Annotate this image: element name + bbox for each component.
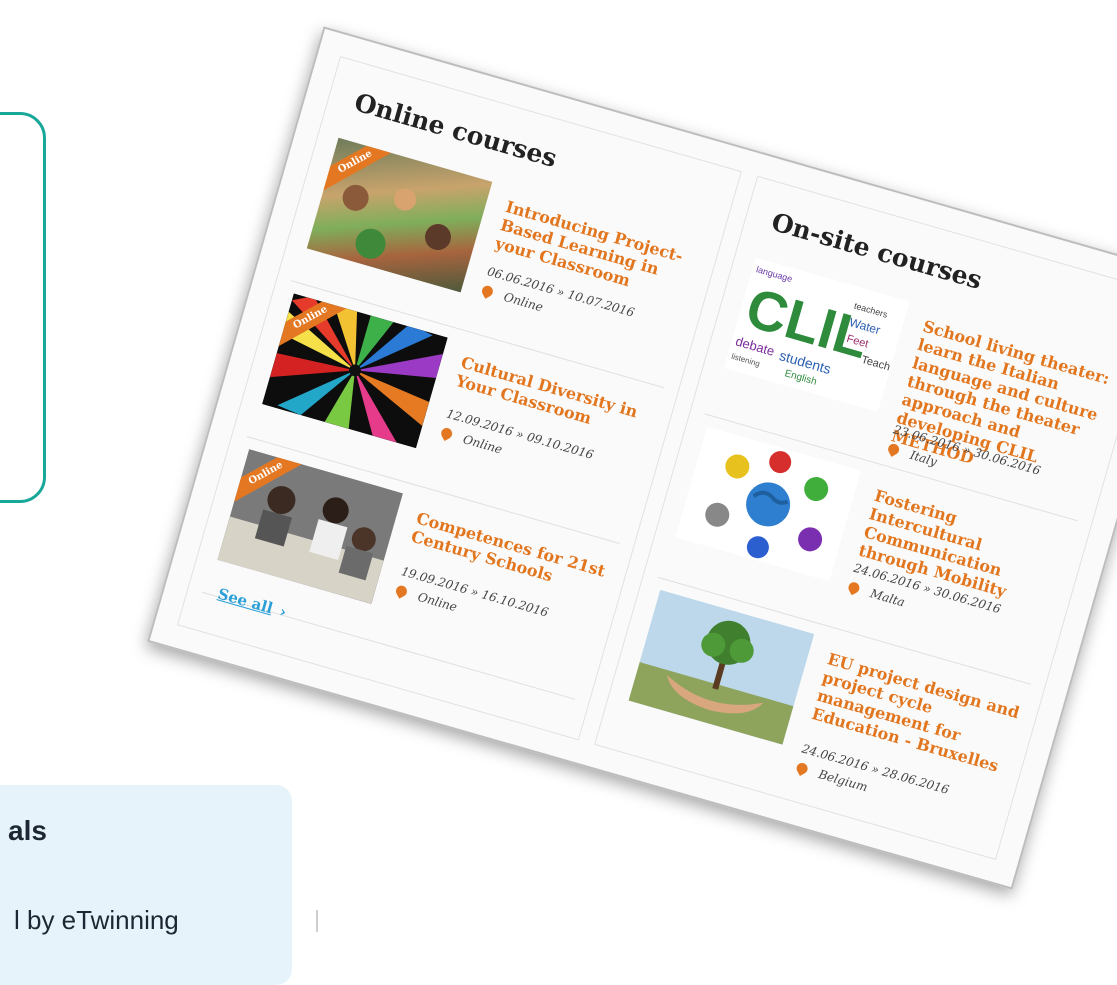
info-card-text: l by eTwinning: [14, 905, 179, 935]
tree-in-hands[interactable]: [628, 589, 815, 745]
info-card: als l by eTwinning: [0, 785, 292, 985]
handprints-globe[interactable]: [675, 426, 861, 582]
course-title[interactable]: School living theater: learn the Italian…: [889, 317, 1117, 500]
info-card-title: als: [8, 815, 47, 846]
location-pin-icon: [439, 426, 455, 442]
courses-screenshot: Online courses Online Introducing Projec…: [147, 26, 1117, 890]
wordcloud-art: CLIL language debate students Water teac…: [723, 257, 910, 413]
course-title[interactable]: Introducing Project-Based Learning in yo…: [493, 197, 701, 307]
location-pin-icon: [479, 283, 495, 299]
students-photo[interactable]: Online: [217, 449, 403, 604]
clil-wordcloud[interactable]: CLIL language debate students Water teac…: [723, 257, 910, 413]
classroom-photo[interactable]: Online: [306, 137, 493, 293]
divider: [316, 910, 318, 932]
colored-pencils-photo[interactable]: Online: [262, 293, 448, 449]
tree-art: [628, 589, 815, 745]
location-pin-icon: [794, 761, 810, 776]
pencils-art: [262, 293, 448, 449]
location-pin-icon: [846, 580, 862, 596]
handprints-art: [675, 426, 861, 582]
location-pin-icon: [393, 583, 409, 599]
location-pin-icon: [886, 441, 902, 457]
students-art: [217, 449, 403, 604]
teal-outline-box: [0, 112, 46, 503]
